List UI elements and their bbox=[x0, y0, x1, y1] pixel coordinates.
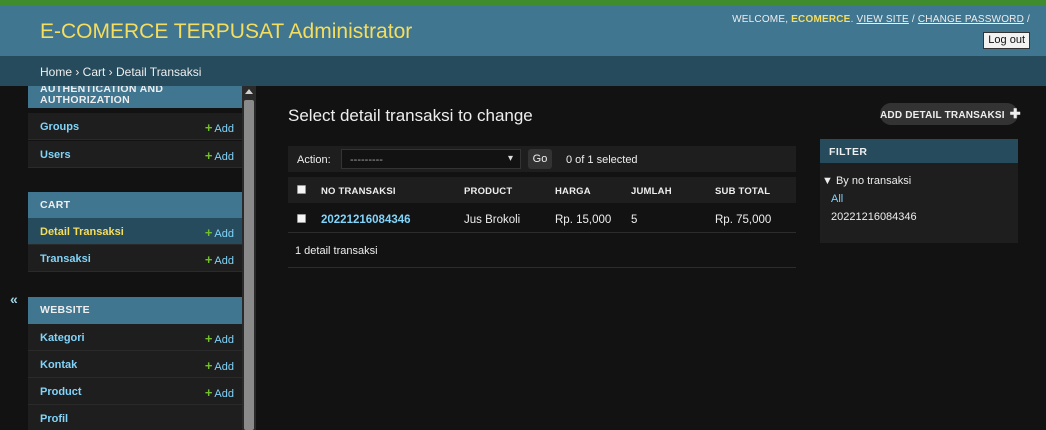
module-caption-label: AUTHENTICATION AND AUTHORIZATION bbox=[40, 86, 164, 106]
user-tools-separator: / bbox=[911, 14, 915, 25]
filter-option-all[interactable]: All bbox=[831, 193, 843, 205]
add-label: Add bbox=[214, 255, 234, 267]
plus-icon: + bbox=[204, 385, 213, 400]
sidebar-item-detail-transaksi[interactable]: Detail Transaksi + Add bbox=[28, 218, 242, 245]
site-title[interactable]: E-COMERCE TERPUSAT Administrator bbox=[40, 20, 412, 44]
column-header-product[interactable]: PRODUCT bbox=[464, 186, 512, 197]
sidebar-item-label[interactable]: Kontak bbox=[40, 359, 77, 371]
header: E-COMERCE TERPUSAT Administrator WELCOME… bbox=[0, 6, 1046, 56]
add-button-label: ADD DETAIL TRANSAKSI bbox=[880, 110, 1005, 121]
row-select-checkbox[interactable] bbox=[297, 214, 306, 223]
actions-bar: Action: --------- ▾ Go 0 of 1 selected bbox=[288, 146, 796, 172]
cell-jumlah: 5 bbox=[631, 214, 638, 226]
module-caption-label: WEBSITE bbox=[40, 304, 90, 316]
sidebar-collapse-toggle[interactable]: « bbox=[0, 86, 28, 430]
add-label: Add bbox=[214, 334, 234, 346]
view-site-link[interactable]: VIEW SITE bbox=[857, 14, 909, 25]
filter-header: FILTER bbox=[820, 139, 1018, 163]
sidebar-item-kontak[interactable]: Kontak + Add bbox=[28, 351, 242, 378]
filter-group-toggle[interactable]: ▼ By no transaksi bbox=[822, 175, 911, 187]
sidebar-item-label[interactable]: Groups bbox=[40, 121, 79, 133]
plus-icon: + bbox=[204, 148, 213, 163]
sidebar-item-label[interactable]: Product bbox=[40, 386, 82, 398]
add-label: Add bbox=[214, 361, 234, 373]
plus-icon: ✚ bbox=[1009, 106, 1021, 121]
plus-icon: + bbox=[204, 225, 213, 240]
add-label: Add bbox=[214, 388, 234, 400]
add-transaksi-link[interactable]: + Add bbox=[205, 252, 234, 267]
filter-option-transaksi[interactable]: 20221216084346 bbox=[831, 211, 917, 223]
column-header-jumlah[interactable]: JUMLAH bbox=[631, 186, 672, 197]
sidebar-item-kategori[interactable]: Kategori + Add bbox=[28, 324, 242, 351]
module-caption-cart[interactable]: CART bbox=[28, 192, 242, 218]
module-caption-auth[interactable]: AUTHENTICATION AND AUTHORIZATION bbox=[28, 86, 242, 108]
add-groups-link[interactable]: + Add bbox=[205, 120, 234, 135]
add-detail-transaksi-link[interactable]: + Add bbox=[205, 225, 234, 240]
page-title: Select detail transaksi to change bbox=[288, 106, 533, 125]
plus-icon: + bbox=[204, 252, 213, 267]
result-count: 1 detail transaksi bbox=[295, 245, 378, 257]
scroll-up-arrow-icon[interactable] bbox=[245, 89, 253, 94]
action-label: Action: bbox=[297, 154, 331, 166]
sidebar-item-label[interactable]: Detail Transaksi bbox=[40, 226, 124, 238]
add-product-link[interactable]: + Add bbox=[205, 385, 234, 400]
sidebar-item-label[interactable]: Users bbox=[40, 149, 71, 161]
table-row: 20221216084346 Jus Brokoli Rp. 15,000 5 … bbox=[288, 206, 796, 233]
results-table-header: NO TRANSAKSI PRODUCT HARGA JUMLAH SUB TO… bbox=[288, 177, 796, 203]
sidebar-item-label[interactable]: Kategori bbox=[40, 332, 85, 344]
sidebar-item-label[interactable]: Profil bbox=[40, 413, 68, 425]
sidebar-item-transaksi[interactable]: Transaksi + Add bbox=[28, 245, 242, 272]
add-detail-transaksi-button[interactable]: ADD DETAIL TRANSAKSI ✚ bbox=[880, 103, 1021, 125]
change-password-link[interactable]: CHANGE PASSWORD bbox=[918, 14, 1024, 25]
paginator: 1 detail transaksi bbox=[288, 238, 796, 268]
add-users-link[interactable]: + Add bbox=[205, 148, 234, 163]
add-label: Add bbox=[214, 228, 234, 240]
cell-product: Jus Brokoli bbox=[464, 214, 521, 226]
user-tools-dot: . bbox=[850, 14, 854, 25]
sidebar-item-label[interactable]: Transaksi bbox=[40, 253, 91, 265]
column-header-harga[interactable]: HARGA bbox=[555, 186, 591, 197]
go-button[interactable]: Go bbox=[528, 149, 552, 169]
chevron-down-icon: ▾ bbox=[507, 153, 513, 164]
sidebar-item-product[interactable]: Product + Add bbox=[28, 378, 242, 405]
add-kategori-link[interactable]: + Add bbox=[205, 331, 234, 346]
selection-counter: 0 of 1 selected bbox=[566, 154, 638, 166]
action-select[interactable]: --------- ▾ bbox=[341, 149, 521, 169]
cell-no-transaksi-link[interactable]: 20221216084346 bbox=[321, 214, 411, 226]
sidebar-item-users[interactable]: Users + Add bbox=[28, 141, 242, 168]
module-caption-label: CART bbox=[40, 199, 71, 211]
plus-icon: + bbox=[204, 120, 213, 135]
user-tools-separator: / bbox=[1027, 14, 1030, 25]
filter-panel: FILTER ▼ By no transaksi All 20221216084… bbox=[820, 139, 1018, 243]
sidebar-scrollbar[interactable] bbox=[242, 86, 256, 430]
collapse-chevron-icon[interactable]: « bbox=[10, 291, 18, 307]
sidebar: AUTHENTICATION AND AUTHORIZATION Groups … bbox=[28, 86, 242, 430]
scrollbar-thumb[interactable] bbox=[244, 100, 254, 430]
cell-sub-total: Rp. 75,000 bbox=[715, 214, 772, 226]
plus-icon: + bbox=[204, 358, 213, 373]
logout-button[interactable]: Log out bbox=[983, 32, 1030, 49]
sidebar-item-profil[interactable]: Profil bbox=[28, 405, 242, 430]
column-header-sub-total[interactable]: SUB TOTAL bbox=[715, 186, 770, 197]
filter-title: FILTER bbox=[829, 146, 868, 158]
username: ECOMERCE bbox=[791, 14, 851, 25]
sidebar-item-groups[interactable]: Groups + Add bbox=[28, 113, 242, 140]
cell-harga: Rp. 15,000 bbox=[555, 214, 612, 226]
breadcrumb-trail[interactable]: Home › Cart › Detail Transaksi bbox=[40, 65, 201, 79]
module-caption-website[interactable]: WEBSITE bbox=[28, 297, 242, 324]
breadcrumb: Home › Cart › Detail Transaksi bbox=[0, 56, 1046, 86]
select-all-checkbox[interactable] bbox=[297, 185, 306, 194]
add-label: Add bbox=[214, 123, 234, 135]
add-label: Add bbox=[214, 151, 234, 163]
plus-icon: + bbox=[204, 331, 213, 346]
user-tools: WELCOME, ECOMERCE. VIEW SITE / CHANGE PA… bbox=[732, 14, 1030, 25]
action-selected-value: --------- bbox=[350, 154, 383, 166]
column-header-no-transaksi[interactable]: NO TRANSAKSI bbox=[321, 186, 396, 197]
welcome-text: WELCOME, bbox=[732, 14, 789, 25]
add-kontak-link[interactable]: + Add bbox=[205, 358, 234, 373]
